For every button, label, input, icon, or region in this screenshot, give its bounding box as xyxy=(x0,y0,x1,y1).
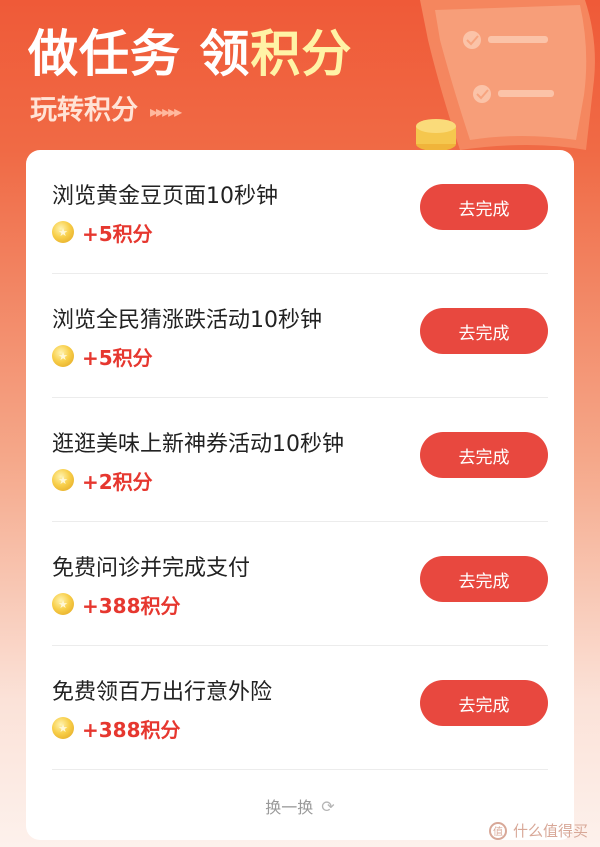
star-coin-icon: ★ xyxy=(52,469,74,491)
task-reward: ★ +5积分 xyxy=(52,342,153,370)
refresh-label: 换一换 xyxy=(265,798,314,817)
subtitle-text: 玩转积分 xyxy=(30,95,138,126)
watermark: 值 什么值得买 xyxy=(488,820,588,841)
task-item: 免费领百万出行意外险 ★ +388积分 去完成 xyxy=(26,646,574,770)
reward-points: +2积分 xyxy=(82,469,153,494)
task-title: 免费问诊并完成支付 xyxy=(52,556,251,581)
go-complete-button[interactable]: 去完成 xyxy=(420,432,548,478)
reward-points: +388积分 xyxy=(82,717,181,742)
task-title: 免费领百万出行意外险 xyxy=(52,680,273,705)
task-title: 浏览黄金豆页面10秒钟 xyxy=(52,184,278,209)
reward-points: +5积分 xyxy=(82,345,153,370)
task-reward: ★ +5积分 xyxy=(52,218,153,246)
reward-points: +388积分 xyxy=(82,593,181,618)
task-reward: ★ +388积分 xyxy=(52,714,181,742)
refresh-icon: ⟳ xyxy=(321,796,335,816)
page-subtitle: 玩转积分 ▸▸▸▸▸ xyxy=(30,88,182,127)
page-title: 做任务 领积分 xyxy=(28,14,352,86)
star-coin-icon: ★ xyxy=(52,717,74,739)
go-complete-button[interactable]: 去完成 xyxy=(420,308,548,354)
reward-points: +5积分 xyxy=(82,221,153,246)
task-reward: ★ +388积分 xyxy=(52,590,181,618)
arrows-icon: ▸▸▸▸▸ xyxy=(150,102,182,121)
header-banner: 做任务 领积分 玩转积分 ▸▸▸▸▸ xyxy=(0,0,600,160)
star-coin-icon: ★ xyxy=(52,345,74,367)
star-coin-icon: ★ xyxy=(52,593,74,615)
scroll-illustration xyxy=(416,0,595,151)
task-title: 逛逛美味上新神券活动10秒钟 xyxy=(52,432,344,457)
task-item: 浏览全民猜涨跌活动10秒钟 ★ +5积分 去完成 xyxy=(26,274,574,398)
task-item: 浏览黄金豆页面10秒钟 ★ +5积分 去完成 xyxy=(26,150,574,274)
go-complete-button[interactable]: 去完成 xyxy=(420,184,548,230)
task-item: 免费问诊并完成支付 ★ +388积分 去完成 xyxy=(26,522,574,646)
go-complete-button[interactable]: 去完成 xyxy=(420,556,548,602)
go-complete-button[interactable]: 去完成 xyxy=(420,680,548,726)
task-item: 逛逛美味上新神券活动10秒钟 ★ +2积分 去完成 xyxy=(26,398,574,522)
task-title: 浏览全民猜涨跌活动10秒钟 xyxy=(52,308,322,333)
task-reward: ★ +2积分 xyxy=(52,466,153,494)
divider xyxy=(52,769,548,770)
star-coin-icon: ★ xyxy=(52,221,74,243)
page-title-main: 做任务 领 xyxy=(28,25,251,83)
watermark-logo-icon: 值 xyxy=(488,821,507,840)
task-list-panel: 浏览黄金豆页面10秒钟 ★ +5积分 去完成 浏览全民猜涨跌活动10秒钟 ★ +… xyxy=(26,150,574,840)
page-title-highlight: 积分 xyxy=(250,25,353,83)
watermark-text: 什么值得买 xyxy=(512,822,588,840)
